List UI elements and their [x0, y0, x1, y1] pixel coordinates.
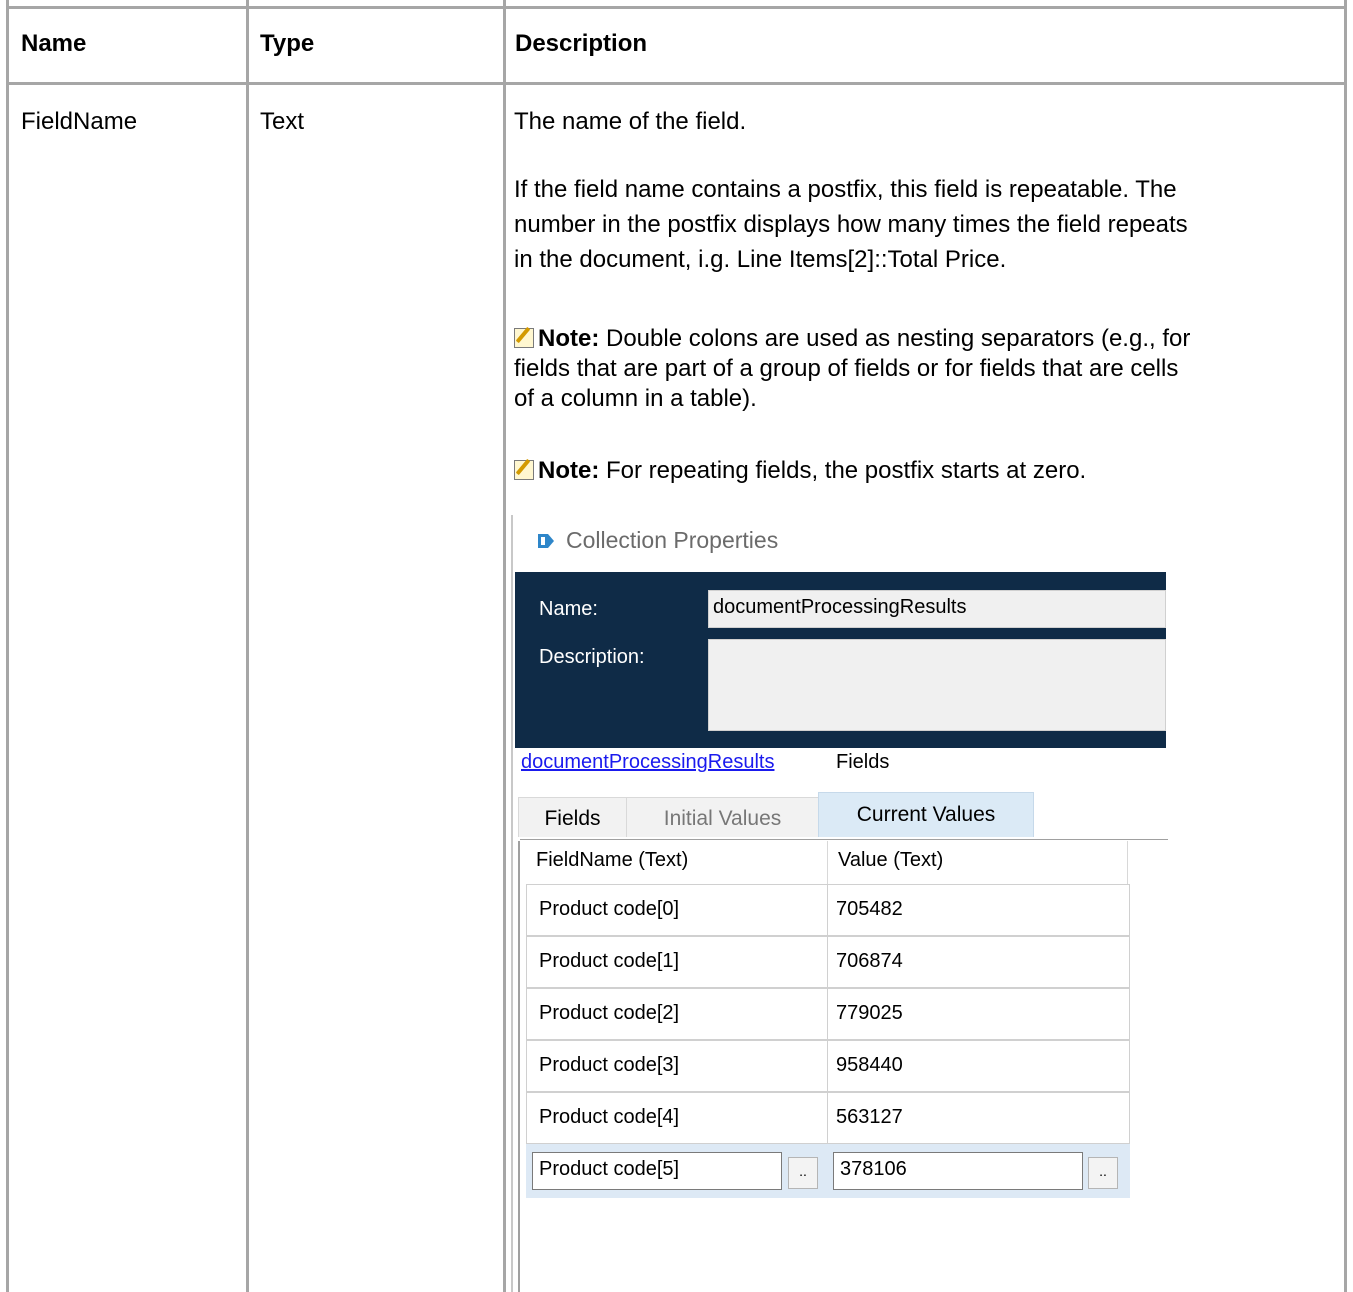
text-line: fields that are part of a group of field…	[514, 355, 1179, 382]
note-icon	[514, 460, 534, 480]
collection-icon	[538, 534, 554, 548]
table-row[interactable]: Product code[0] 705482	[526, 884, 1130, 936]
table-border-top	[6, 6, 1347, 9]
values-grid: FieldName (Text) Value (Text) Product co…	[518, 839, 1168, 1292]
value-edit-input[interactable]: 378106	[833, 1152, 1083, 1190]
description-input[interactable]	[708, 639, 1166, 731]
text-line: of a column in a table).	[514, 385, 757, 412]
table-border-left	[6, 0, 9, 1292]
note-text: For repeating fields, the postfix starts…	[606, 457, 1087, 484]
value-cell[interactable]: 779025	[827, 988, 1130, 1040]
cell-type: Text	[260, 108, 305, 135]
table-border-right	[1344, 0, 1347, 1292]
tab-fields[interactable]: Fields	[518, 797, 627, 837]
field-edit-input[interactable]: Product code[5]	[532, 1152, 782, 1190]
properties-table: Name Type Description FieldName Text The…	[0, 0, 1353, 1292]
note-text: Double colons are used as nesting separa…	[606, 325, 1191, 352]
note-icon	[514, 328, 534, 348]
value-cell[interactable]: 563127	[827, 1092, 1130, 1144]
table-row[interactable]: Product code[4] 563127	[526, 1092, 1130, 1144]
note-nesting: Note: Double colons are used as nesting …	[514, 324, 1334, 414]
field-cell[interactable]: Product code[1]	[526, 936, 828, 988]
header-divider	[6, 82, 1347, 85]
table-divider-type-desc	[503, 0, 506, 1292]
name-label: Name:	[539, 598, 598, 620]
text-line: If the field name contains a postfix, th…	[514, 176, 1177, 203]
field-cell[interactable]: Product code[0]	[526, 884, 828, 936]
header-description: Description	[515, 30, 648, 57]
breadcrumb-link[interactable]: documentProcessingResults	[521, 751, 774, 774]
table-row[interactable]: Product code[3] 958440	[526, 1040, 1130, 1092]
value-cell[interactable]: 706874	[827, 936, 1130, 988]
note-postfix-zero: Note: For repeating fields, the postfix …	[514, 455, 1334, 486]
properties-panel: Name: documentProcessingResults Descript…	[515, 572, 1166, 748]
collection-properties-screenshot: Collection Properties Name: documentProc…	[511, 515, 1168, 1292]
table-divider-name-type	[246, 0, 249, 1292]
field-ellipsis-button[interactable]: ..	[788, 1157, 818, 1189]
cell-name: FieldName	[21, 108, 138, 135]
name-input[interactable]: documentProcessingResults	[708, 590, 1166, 628]
column-header-fieldname[interactable]: FieldName (Text)	[526, 841, 828, 885]
editing-row[interactable]: Product code[5] .. 378106 ..	[526, 1144, 1130, 1198]
text-line: Note: Double colons are used as nesting …	[514, 324, 1334, 354]
table-row[interactable]: Product code[2] 779025	[526, 988, 1130, 1040]
window-title: Collection Properties	[536, 527, 778, 554]
header-name: Name	[21, 30, 87, 57]
table-row[interactable]: Product code[1] 706874	[526, 936, 1130, 988]
text-line: number in the postfix displays how many …	[514, 211, 1188, 238]
field-cell[interactable]: Product code[2]	[526, 988, 828, 1040]
value-ellipsis-button[interactable]: ..	[1088, 1157, 1118, 1189]
note-label: Note:	[538, 457, 600, 484]
description-postfix-paragraph: If the field name contains a postfix, th…	[514, 174, 1334, 275]
field-cell[interactable]: Product code[4]	[526, 1092, 828, 1144]
note-label: Note:	[538, 325, 600, 352]
column-header-value[interactable]: Value (Text)	[828, 841, 1128, 885]
description-label: Description:	[539, 646, 645, 668]
header-type: Type	[260, 30, 315, 57]
description-intro: The name of the field.	[514, 108, 747, 135]
screenshot-border	[511, 515, 513, 1292]
breadcrumb-current: Fields	[836, 751, 890, 773]
text-line: in the document, i.g. Line Items[2]::Tot…	[514, 246, 1007, 273]
value-cell[interactable]: 705482	[827, 884, 1130, 936]
window-title-text: Collection Properties	[566, 527, 779, 553]
tab-current-values[interactable]: Current Values	[818, 792, 1034, 837]
tab-initial-values[interactable]: Initial Values	[626, 797, 819, 837]
field-cell[interactable]: Product code[3]	[526, 1040, 828, 1092]
value-cell[interactable]: 958440	[827, 1040, 1130, 1092]
